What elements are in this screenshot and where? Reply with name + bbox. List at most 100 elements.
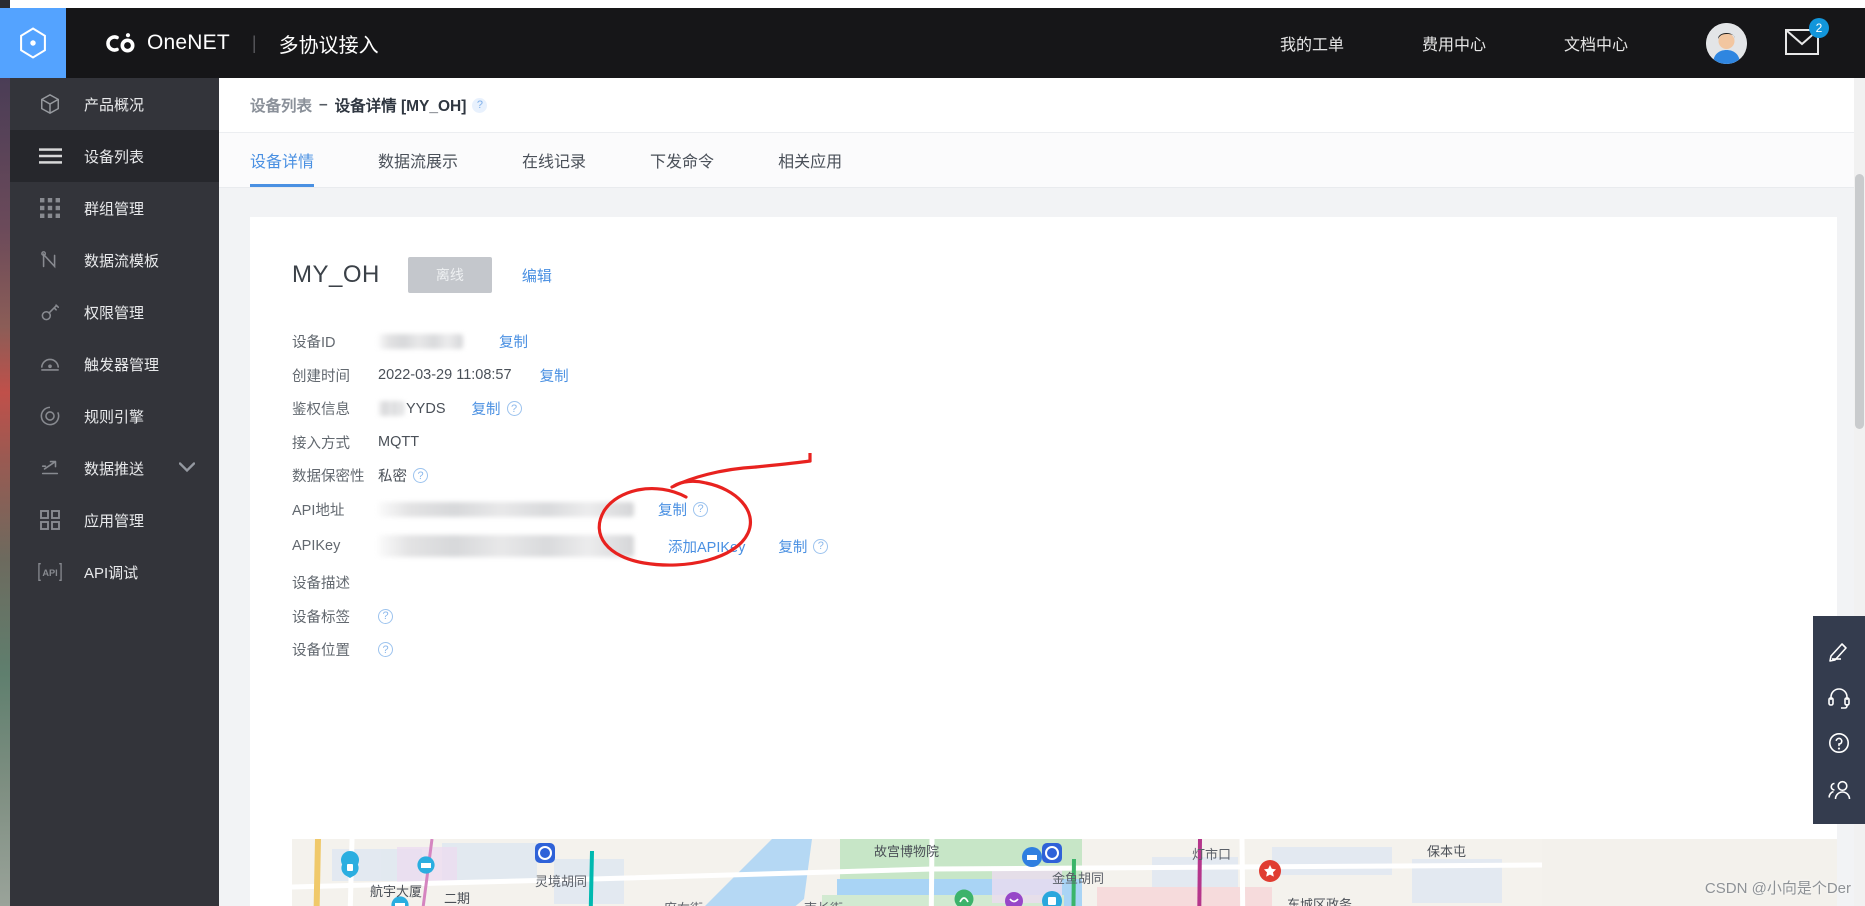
nav-my-tickets[interactable]: 我的工单	[1280, 31, 1344, 55]
mail-notification[interactable]: 2	[1785, 18, 1829, 57]
copy-button[interactable]: 复制	[472, 398, 501, 419]
sidebar-item-api-debug[interactable]: API API调试	[10, 546, 219, 598]
row-value: ?	[378, 608, 393, 624]
app-root: OneNET | 多协议接入 我的工单 费用中心 文档中心 2 产品概况 设备列…	[0, 0, 1865, 906]
info-row-access-method: 接入方式 MQTT	[292, 426, 1837, 460]
help-question-button[interactable]	[1813, 720, 1865, 766]
sidebar-item-label: 产品概况	[84, 96, 145, 114]
sidebar-item-permission-manage[interactable]: 权限管理	[10, 286, 219, 338]
sidebar-item-label: 设备列表	[84, 148, 145, 166]
create-time-value: 2022-03-29 11:08:57	[378, 367, 512, 384]
onenet-mark-icon	[106, 31, 140, 55]
gauge-icon	[38, 352, 62, 376]
info-row-apikey: APIKey 添加APIKey 复制 ?	[292, 526, 1837, 566]
copy-button[interactable]: 复制	[658, 499, 687, 520]
sidebar-item-label: 群组管理	[84, 200, 145, 218]
row-value: 复制 ?	[378, 499, 708, 520]
sidebar-item-group-manage[interactable]: 群组管理	[10, 182, 219, 234]
edit-link[interactable]: 编辑	[522, 265, 552, 286]
map-label: 灯市口	[1192, 847, 1231, 862]
auth-info-value: YYDS	[406, 400, 446, 417]
row-label: 设备ID	[292, 335, 336, 352]
sidebar-item-label: 权限管理	[84, 304, 145, 322]
main-content: 设备列表 – 设备详情 [MY_OH] ? 设备详情 数据流展示 在线记录 下发…	[219, 78, 1865, 906]
map-label: 二期	[444, 891, 470, 906]
row-label: 数据保密性	[292, 469, 365, 486]
nav-billing-center[interactable]: 费用中心	[1422, 31, 1486, 55]
page-scrollbar-thumb[interactable]	[1855, 174, 1864, 429]
row-value: 2022-03-29 11:08:57 复制	[378, 365, 569, 386]
map-canvas: P 航宇大厦二期中海凯旋西城新龙大厦院灵境胡同西单商场大悦城府右街南长街故宫博物…	[292, 839, 1542, 906]
top-header-bar: OneNET | 多协议接入 我的工单 费用中心 文档中心 2	[0, 8, 1865, 78]
copy-button[interactable]: 复制	[499, 331, 528, 352]
tab-related-apps[interactable]: 相关应用	[778, 133, 842, 187]
tab-label: 在线记录	[522, 154, 587, 171]
row-value: 复制	[378, 331, 528, 352]
sidebar-item-label: 应用管理	[84, 512, 145, 530]
tab-datastream[interactable]: 数据流展示	[378, 133, 458, 187]
tab-send-command[interactable]: 下发命令	[650, 133, 714, 187]
row-value: 添加APIKey 复制 ?	[378, 535, 829, 557]
sidebar-item-device-list[interactable]: 设备列表	[10, 130, 219, 182]
tab-label: 数据流展示	[378, 154, 459, 171]
tab-online-record[interactable]: 在线记录	[522, 133, 586, 187]
map-label: 保本屯	[1427, 844, 1466, 859]
breadcrumb: 设备列表 – 设备详情 [MY_OH] ?	[219, 78, 1865, 133]
copy-button[interactable]: 复制	[540, 365, 569, 386]
support-headset-button[interactable]	[1813, 674, 1865, 720]
tab-label: 设备详情	[250, 154, 315, 171]
map-label: 府右街	[664, 901, 703, 906]
row-label: 创建时间	[292, 368, 350, 385]
question-mark-icon[interactable]: ?	[472, 97, 488, 113]
community-people-button[interactable]	[1813, 766, 1865, 812]
breadcrumb-parent[interactable]: 设备列表	[250, 94, 312, 116]
map-label: 故宫博物院	[874, 844, 939, 859]
device-detail-card: MY_OH 离线 编辑 设备ID 复制 创建时间 2022-03-29 11:0…	[250, 217, 1837, 906]
device-header: MY_OH 离线 编辑	[250, 217, 1837, 293]
flow-n-icon	[38, 248, 62, 272]
sidebar-item-datastream-template[interactable]: 数据流模板	[10, 234, 219, 286]
row-value: ?	[378, 642, 393, 658]
tab-device-detail[interactable]: 设备详情	[250, 133, 315, 187]
feedback-pencil-button[interactable]	[1813, 628, 1865, 674]
sidebar-item-data-push[interactable]: 数据推送	[10, 442, 219, 494]
nav-doc-center[interactable]: 文档中心	[1564, 31, 1628, 55]
map-label: 南长街	[804, 901, 843, 906]
row-label: 接入方式	[292, 435, 350, 452]
map-label: 东城区政务	[1287, 897, 1352, 906]
sidebar-item-trigger-manage[interactable]: 触发器管理	[10, 338, 219, 390]
sidebar-item-label: 数据流模板	[84, 252, 160, 270]
question-circle-icon	[1829, 733, 1849, 753]
question-mark-icon[interactable]: ?	[813, 538, 829, 554]
row-label: 设备描述	[292, 576, 350, 593]
app-logo-tile[interactable]	[0, 8, 66, 78]
masked-value	[378, 401, 404, 417]
push-arrow-icon	[38, 456, 62, 480]
sidebar-item-label: 数据推送	[84, 460, 145, 478]
question-mark-icon[interactable]: ?	[378, 608, 393, 624]
right-floating-toolbar	[1813, 616, 1865, 824]
question-mark-icon[interactable]: ?	[693, 501, 708, 517]
sidebar-item-label: 规则引擎	[84, 408, 145, 426]
device-location-map[interactable]: P 航宇大厦二期中海凯旋西城新龙大厦院灵境胡同西单商场大悦城府右街南长街故宫博物…	[292, 839, 1837, 906]
chevron-down-icon[interactable]	[178, 460, 196, 477]
info-row-auth-info: 鉴权信息 YYDS 复制 ?	[292, 392, 1837, 426]
left-color-rail	[0, 78, 10, 906]
question-mark-icon[interactable]: ?	[506, 401, 522, 417]
tab-label: 下发命令	[650, 154, 715, 171]
sidebar-item-rule-engine[interactable]: 规则引擎	[10, 390, 219, 442]
copy-button[interactable]: 复制	[778, 536, 807, 557]
question-mark-icon[interactable]: ?	[413, 468, 428, 484]
sidebar-item-product-overview[interactable]: 产品概况	[10, 78, 219, 130]
data-privacy-value: 私密	[378, 469, 407, 486]
svg-text:API: API	[42, 568, 57, 578]
hexagon-logo-icon	[20, 27, 46, 59]
add-apikey-button[interactable]: 添加APIKey	[668, 536, 745, 557]
sidebar-item-app-manage[interactable]: 应用管理	[10, 494, 219, 546]
tab-bar: 设备详情 数据流展示 在线记录 下发命令 相关应用	[219, 133, 1865, 188]
list-menu-icon	[38, 144, 62, 168]
user-avatar[interactable]	[1706, 22, 1747, 64]
question-mark-icon[interactable]: ?	[378, 642, 393, 658]
watermark-text: CSDN @小向是个Der	[1704, 880, 1851, 897]
sidebar-item-label: API调试	[84, 564, 139, 582]
